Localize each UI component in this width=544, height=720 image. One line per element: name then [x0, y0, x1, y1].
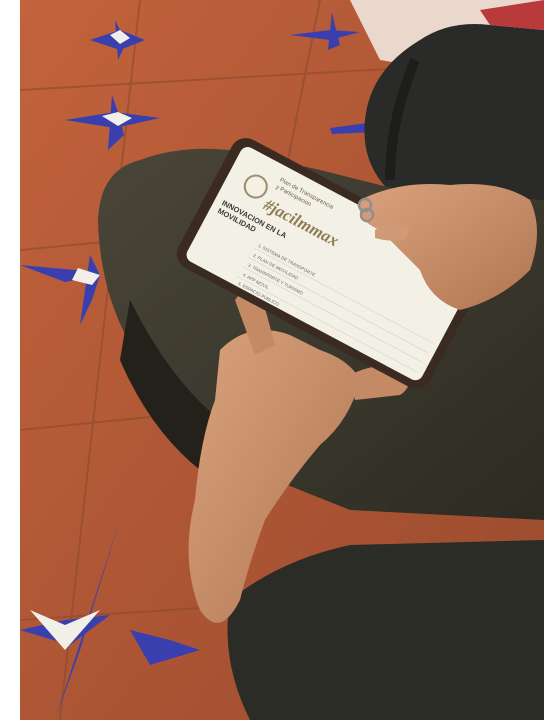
photo: Plan de Transparencia y Participacion #j…: [20, 0, 544, 720]
photo-scene: Plan de Transparencia y Participacion #j…: [20, 0, 544, 720]
